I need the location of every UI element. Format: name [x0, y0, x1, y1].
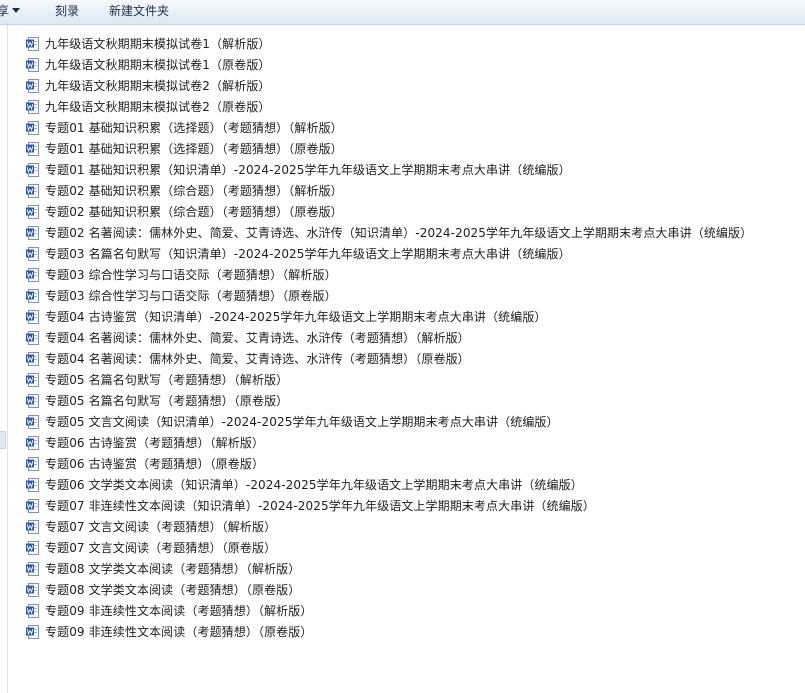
file-name: 专题05 文言文阅读（知识清单）-2024-2025学年九年级语文上学期期末考点…: [45, 414, 559, 429]
file-item[interactable]: 专题05 名篇名句默写（考题猜想）（原卷版）: [26, 390, 752, 411]
file-item[interactable]: 九年级语文秋期期末模拟试卷2（解析版）: [26, 75, 752, 96]
command-bar: 享 刻录 新建文件夹: [0, 0, 805, 25]
share-menu-button[interactable]: 享: [0, 3, 21, 20]
file-item[interactable]: 专题02 基础知识积累（综合题）（考题猜想）（解析版）: [26, 180, 752, 201]
file-item[interactable]: 专题08 文学类文本阅读（考题猜想）（解析版）: [26, 558, 752, 579]
file-name: 专题09 非连续性文本阅读（考题猜想）（原卷版）: [45, 624, 313, 639]
pane-splitter-handle[interactable]: [0, 431, 6, 449]
file-item[interactable]: 专题01 基础知识积累（知识清单）-2024-2025学年九年级语文上学期期末考…: [26, 159, 752, 180]
word-document-icon: [26, 498, 39, 513]
file-item[interactable]: 专题09 非连续性文本阅读（考题猜想）（解析版）: [26, 600, 752, 621]
file-name: 专题07 非连续性文本阅读（知识清单）-2024-2025学年九年级语文上学期期…: [45, 498, 595, 513]
file-name: 专题02 基础知识积累（综合题）（考题猜想）（原卷版）: [45, 204, 343, 219]
word-document-icon: [26, 162, 39, 177]
chevron-down-icon: [12, 8, 21, 13]
file-item[interactable]: 专题09 非连续性文本阅读（考题猜想）（原卷版）: [26, 621, 752, 642]
word-document-icon: [26, 78, 39, 93]
burn-button[interactable]: 刻录: [55, 3, 79, 20]
word-document-icon: [26, 414, 39, 429]
file-item[interactable]: 专题04 名著阅读：儒林外史、简爱、艾青诗选、水浒传（考题猜想）（解析版）: [26, 327, 752, 348]
file-name: 专题05 名篇名句默写（考题猜想）（解析版）: [45, 372, 289, 387]
file-item[interactable]: 专题05 名篇名句默写（考题猜想）（解析版）: [26, 369, 752, 390]
file-name: 专题07 文言文阅读（考题猜想）（解析版）: [45, 519, 277, 534]
word-document-icon: [26, 351, 39, 366]
file-item[interactable]: 专题01 基础知识积累（选择题）（考题猜想）（解析版）: [26, 117, 752, 138]
file-name: 专题06 文学类文本阅读（知识清单）-2024-2025学年九年级语文上学期期末…: [45, 477, 583, 492]
file-name: 专题02 基础知识积累（综合题）（考题猜想）（解析版）: [45, 183, 343, 198]
file-name: 专题03 综合性学习与口语交际（考题猜想）（原卷版）: [45, 288, 337, 303]
word-document-icon: [26, 36, 39, 51]
file-name: 专题09 非连续性文本阅读（考题猜想）（解析版）: [45, 603, 313, 618]
file-item[interactable]: 专题04 古诗鉴赏（知识清单）-2024-2025学年九年级语文上学期期末考点大…: [26, 306, 752, 327]
file-name: 专题04 古诗鉴赏（知识清单）-2024-2025学年九年级语文上学期期末考点大…: [45, 309, 547, 324]
word-document-icon: [26, 225, 39, 240]
file-name: 专题04 名著阅读：儒林外史、简爱、艾青诗选、水浒传（考题猜想）（解析版）: [45, 330, 470, 345]
file-name: 专题07 文言文阅读（考题猜想）（原卷版）: [45, 540, 277, 555]
word-document-icon: [26, 540, 39, 555]
file-item[interactable]: 九年级语文秋期期末模拟试卷2（原卷版）: [26, 96, 752, 117]
file-item[interactable]: 九年级语文秋期期末模拟试卷1（原卷版）: [26, 54, 752, 75]
file-item[interactable]: 专题03 综合性学习与口语交际（考题猜想）（原卷版）: [26, 285, 752, 306]
word-document-icon: [26, 120, 39, 135]
word-document-icon: [26, 624, 39, 639]
word-document-icon: [26, 330, 39, 345]
file-item[interactable]: 专题07 文言文阅读（考题猜想）（解析版）: [26, 516, 752, 537]
file-item[interactable]: 九年级语文秋期期末模拟试卷1（解析版）: [26, 33, 752, 54]
file-name: 专题04 名著阅读：儒林外史、简爱、艾青诗选、水浒传（考题猜想）（原卷版）: [45, 351, 470, 366]
file-name: 专题01 基础知识积累（知识清单）-2024-2025学年九年级语文上学期期末考…: [45, 162, 571, 177]
word-document-icon: [26, 372, 39, 387]
file-name: 专题03 综合性学习与口语交际（考题猜想）（解析版）: [45, 267, 337, 282]
file-name: 专题01 基础知识积累（选择题）（考题猜想）（解析版）: [45, 120, 343, 135]
navigation-pane: [0, 25, 8, 693]
file-item[interactable]: 专题05 文言文阅读（知识清单）-2024-2025学年九年级语文上学期期末考点…: [26, 411, 752, 432]
share-label: 享: [0, 4, 10, 18]
file-item[interactable]: 专题01 基础知识积累（选择题）（考题猜想）（原卷版）: [26, 138, 752, 159]
word-document-icon: [26, 477, 39, 492]
word-document-icon: [26, 246, 39, 261]
word-document-icon: [26, 309, 39, 324]
word-document-icon: [26, 57, 39, 72]
word-document-icon: [26, 582, 39, 597]
word-document-icon: [26, 393, 39, 408]
file-name: 九年级语文秋期期末模拟试卷1（原卷版）: [45, 57, 271, 72]
word-document-icon: [26, 288, 39, 303]
file-item[interactable]: 专题03 名篇名句默写（知识清单）-2024-2025学年九年级语文上学期期末考…: [26, 243, 752, 264]
file-name: 九年级语文秋期期末模拟试卷2（解析版）: [45, 78, 271, 93]
word-document-icon: [26, 141, 39, 156]
word-document-icon: [26, 99, 39, 114]
word-document-icon: [26, 519, 39, 534]
file-item[interactable]: 专题07 非连续性文本阅读（知识清单）-2024-2025学年九年级语文上学期期…: [26, 495, 752, 516]
file-name: 专题03 名篇名句默写（知识清单）-2024-2025学年九年级语文上学期期末考…: [45, 246, 571, 261]
file-name: 专题02 名著阅读：儒林外史、简爱、艾青诗选、水浒传（知识清单）-2024-20…: [45, 225, 753, 240]
file-name: 专题08 文学类文本阅读（考题猜想）（原卷版）: [45, 582, 301, 597]
file-list: 九年级语文秋期期末模拟试卷1（解析版） 九年级语文秋期期末模拟试卷1（原卷版） 九年…: [26, 33, 752, 642]
word-document-icon: [26, 561, 39, 576]
new-folder-button[interactable]: 新建文件夹: [109, 3, 169, 20]
file-name: 九年级语文秋期期末模拟试卷1（解析版）: [45, 36, 271, 51]
word-document-icon: [26, 204, 39, 219]
word-document-icon: [26, 267, 39, 282]
file-name: 专题05 名篇名句默写（考题猜想）（原卷版）: [45, 393, 289, 408]
file-name: 九年级语文秋期期末模拟试卷2（原卷版）: [45, 99, 271, 114]
word-document-icon: [26, 435, 39, 450]
file-item[interactable]: 专题03 综合性学习与口语交际（考题猜想）（解析版）: [26, 264, 752, 285]
word-document-icon: [26, 183, 39, 198]
file-item[interactable]: 专题07 文言文阅读（考题猜想）（原卷版）: [26, 537, 752, 558]
word-document-icon: [26, 456, 39, 471]
file-item[interactable]: 专题02 基础知识积累（综合题）（考题猜想）（原卷版）: [26, 201, 752, 222]
file-item[interactable]: 专题08 文学类文本阅读（考题猜想）（原卷版）: [26, 579, 752, 600]
file-name: 专题06 古诗鉴赏（考题猜想）（原卷版）: [45, 456, 265, 471]
file-item[interactable]: 专题02 名著阅读：儒林外史、简爱、艾青诗选、水浒传（知识清单）-2024-20…: [26, 222, 752, 243]
word-document-icon: [26, 603, 39, 618]
file-item[interactable]: 专题06 文学类文本阅读（知识清单）-2024-2025学年九年级语文上学期期末…: [26, 474, 752, 495]
file-name: 专题01 基础知识积累（选择题）（考题猜想）（原卷版）: [45, 141, 343, 156]
file-name: 专题06 古诗鉴赏（考题猜想）（解析版）: [45, 435, 265, 450]
file-item[interactable]: 专题06 古诗鉴赏（考题猜想）（原卷版）: [26, 453, 752, 474]
file-name: 专题08 文学类文本阅读（考题猜想）（解析版）: [45, 561, 301, 576]
file-item[interactable]: 专题06 古诗鉴赏（考题猜想）（解析版）: [26, 432, 752, 453]
file-item[interactable]: 专题04 名著阅读：儒林外史、简爱、艾青诗选、水浒传（考题猜想）（原卷版）: [26, 348, 752, 369]
